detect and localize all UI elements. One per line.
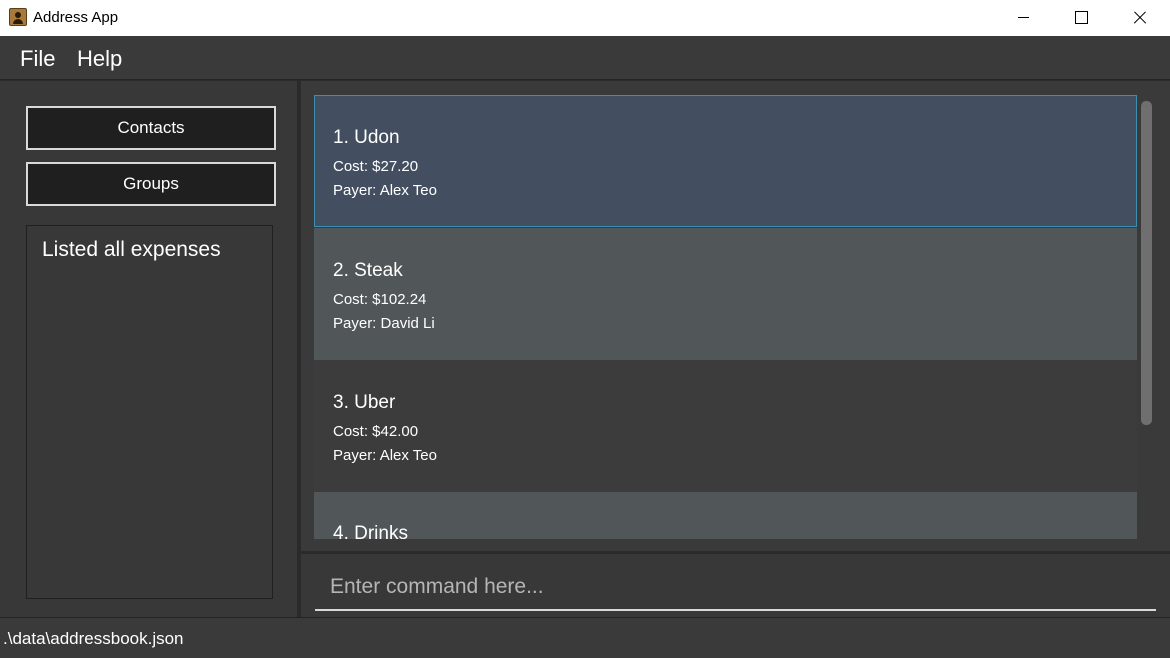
expense-list: 1. Udon Cost: $27.20 Payer: Alex Teo 2. …	[314, 95, 1137, 539]
expense-list-panel: 1. Udon Cost: $27.20 Payer: Alex Teo 2. …	[301, 81, 1170, 551]
expense-title: 4. Drinks	[333, 523, 408, 539]
menu-file[interactable]: File	[20, 46, 55, 72]
maximize-icon[interactable]	[1052, 0, 1110, 36]
result-message: Listed all expenses	[42, 238, 221, 261]
expense-card[interactable]: 1. Udon Cost: $27.20 Payer: Alex Teo	[314, 95, 1137, 227]
expense-title: 3. Uber	[333, 392, 396, 413]
expense-title: 2. Steak	[333, 260, 403, 281]
menu-bar: File Help	[0, 36, 1170, 80]
expense-cost: Cost: $27.20	[333, 158, 419, 175]
close-icon[interactable]	[1110, 0, 1168, 36]
command-input[interactable]	[315, 564, 1156, 611]
minimize-icon[interactable]	[994, 0, 1052, 36]
contacts-button[interactable]: Contacts	[26, 106, 276, 150]
expense-payer: Payer: Alex Teo	[333, 447, 437, 464]
expense-cost: Cost: $42.00	[333, 423, 419, 440]
expense-payer: Payer: David Li	[333, 315, 435, 332]
menu-help[interactable]: Help	[77, 46, 122, 72]
expense-payer: Payer: Alex Teo	[333, 182, 437, 199]
title-bar: Address App	[0, 0, 1170, 36]
data-file-path: .\data\addressbook.json	[3, 629, 184, 648]
expense-card[interactable]: 3. Uber Cost: $42.00 Payer: Alex Teo	[314, 360, 1137, 492]
address-book-icon	[9, 8, 27, 26]
expense-cost: Cost: $102.24	[333, 291, 427, 308]
result-display: Listed all expenses	[26, 225, 273, 599]
groups-button[interactable]: Groups	[26, 162, 276, 206]
expense-card[interactable]: 4. Drinks	[314, 492, 1137, 539]
command-panel	[301, 553, 1170, 617]
expense-title: 1. Udon	[333, 127, 400, 148]
status-bar: .\data\addressbook.json	[0, 617, 1170, 658]
sidebar: Contacts Groups Listed all expenses	[0, 81, 299, 617]
expense-card[interactable]: 2. Steak Cost: $102.24 Payer: David Li	[314, 228, 1137, 360]
window-title: Address App	[33, 9, 119, 26]
scrollbar-thumb[interactable]	[1141, 101, 1152, 425]
